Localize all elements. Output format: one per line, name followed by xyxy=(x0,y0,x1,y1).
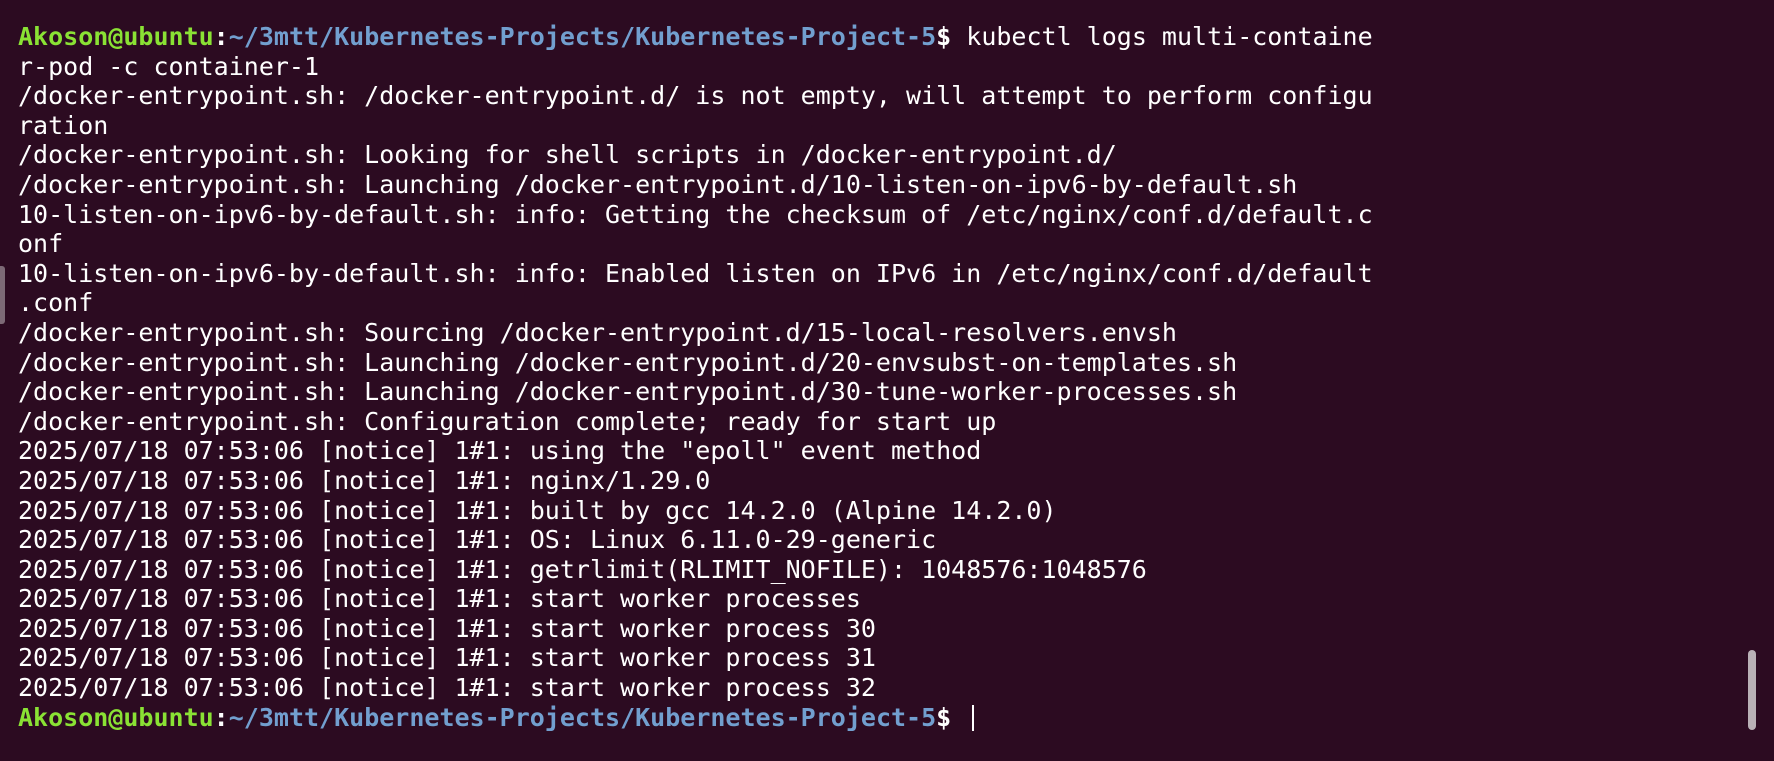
output-line: 2025/07/18 07:53:06 [notice] 1#1: OS: Li… xyxy=(18,525,937,555)
prompt-dollar: $ xyxy=(936,702,967,732)
output-line: 2025/07/18 07:53:06 [notice] 1#1: built … xyxy=(18,495,1057,525)
output-line: r-pod -c container-1 xyxy=(18,51,320,81)
output-line: onf xyxy=(18,229,64,259)
output-line: 2025/07/18 07:53:06 [notice] 1#1: using … xyxy=(18,436,982,466)
output-line: .conf xyxy=(18,288,94,318)
prompt-colon: : xyxy=(213,702,229,732)
prompt-dollar: $ xyxy=(936,22,967,51)
terminal-window[interactable]: Akoson@ubuntu:~/3mtt/Kubernetes-Projects… xyxy=(0,0,1774,761)
output-line: /docker-entrypoint.sh: Looking for shell… xyxy=(18,140,1117,170)
prompt-line-current[interactable]: Akoson@ubuntu:~/3mtt/Kubernetes-Projects… xyxy=(18,703,1774,733)
prompt-line-command: Akoson@ubuntu:~/3mtt/Kubernetes-Projects… xyxy=(18,22,1774,52)
output-line: 10-listen-on-ipv6-by-default.sh: info: G… xyxy=(18,199,1373,229)
output-line: /docker-entrypoint.sh: /docker-entrypoin… xyxy=(18,81,1373,111)
output-line: /docker-entrypoint.sh: Launching /docker… xyxy=(18,169,1298,199)
output-line: 2025/07/18 07:53:06 [notice] 1#1: getrli… xyxy=(18,554,1147,584)
text-cursor xyxy=(972,704,975,731)
output-line: ration xyxy=(18,110,109,140)
output-line: /docker-entrypoint.sh: Launching /docker… xyxy=(18,347,1238,377)
output-line: 2025/07/18 07:53:06 [notice] 1#1: nginx/… xyxy=(18,465,711,495)
prompt-user-host: Akoson@ubuntu xyxy=(18,702,214,732)
output-line: 2025/07/18 07:53:06 [notice] 1#1: start … xyxy=(18,584,861,614)
output-line: 2025/07/18 07:53:06 [notice] 1#1: start … xyxy=(18,673,876,703)
left-edge-handle[interactable] xyxy=(0,266,5,324)
prompt-colon: : xyxy=(213,22,229,51)
prompt-path: ~/3mtt/Kubernetes-Projects/Kubernetes-Pr… xyxy=(228,22,937,51)
prompt-user-host: Akoson@ubuntu xyxy=(18,22,214,51)
output-line: /docker-entrypoint.sh: Launching /docker… xyxy=(18,377,1238,407)
command-text: kubectl logs multi-containe xyxy=(966,22,1373,51)
output-line: /docker-entrypoint.sh: Sourcing /docker-… xyxy=(18,317,1177,347)
output-line: 10-listen-on-ipv6-by-default.sh: info: E… xyxy=(18,258,1373,288)
output-line: /docker-entrypoint.sh: Configuration com… xyxy=(18,406,997,436)
output-line: 2025/07/18 07:53:06 [notice] 1#1: start … xyxy=(18,643,876,673)
output-line: 2025/07/18 07:53:06 [notice] 1#1: start … xyxy=(18,613,876,643)
prompt-path: ~/3mtt/Kubernetes-Projects/Kubernetes-Pr… xyxy=(228,702,937,732)
scrollbar-thumb[interactable] xyxy=(1748,650,1756,730)
